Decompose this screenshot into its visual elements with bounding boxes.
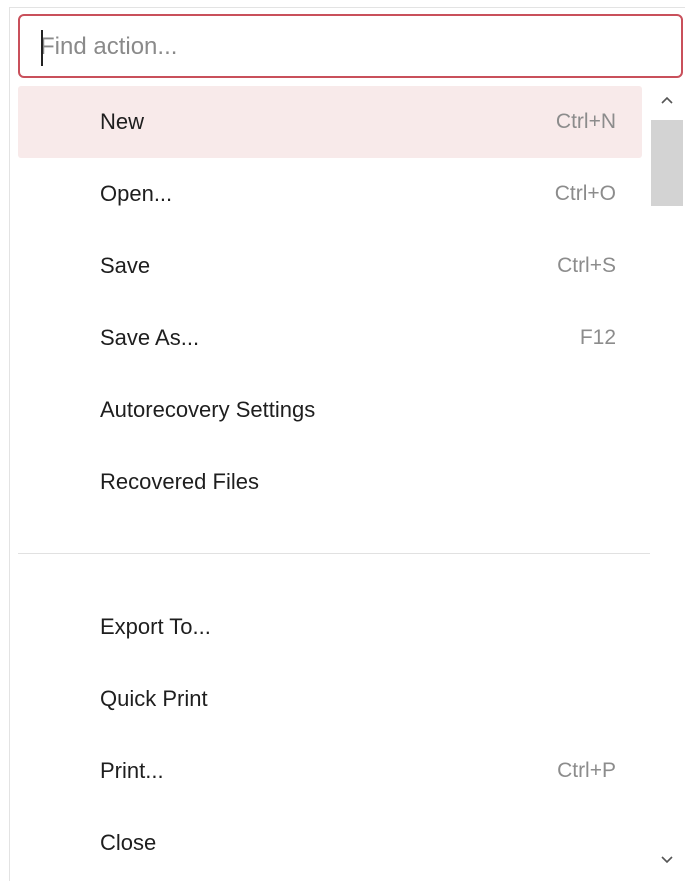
- action-label: Save As...: [100, 325, 200, 350]
- action-item-new[interactable]: New Ctrl+N: [18, 86, 642, 158]
- action-label: Print...: [100, 758, 164, 783]
- action-list: New Ctrl+N Open... Ctrl+O Save Ctrl+S Sa…: [18, 86, 650, 881]
- action-label: Autorecovery Settings: [100, 397, 316, 422]
- menu-separator: [18, 553, 650, 554]
- action-item-print[interactable]: Print... Ctrl+P: [18, 735, 642, 807]
- action-item-quick-print[interactable]: Quick Print: [18, 663, 642, 735]
- action-shortcut: Ctrl+O: [554, 182, 616, 205]
- action-item-save[interactable]: Save Ctrl+S: [18, 230, 642, 302]
- action-label: Save: [100, 253, 151, 278]
- action-label: Export To...: [100, 614, 211, 639]
- action-label: Quick Print: [100, 686, 208, 711]
- chevron-down-icon: [661, 856, 673, 864]
- action-label: Recovered Files: [100, 469, 259, 494]
- action-item-export-to[interactable]: Export To...: [18, 591, 642, 663]
- action-shortcut: F12: [579, 326, 616, 349]
- action-item-autorecovery-settings[interactable]: Autorecovery Settings: [18, 374, 642, 446]
- action-label: Close: [100, 830, 157, 855]
- chevron-up-icon: [661, 96, 673, 104]
- action-item-recovered-files[interactable]: Recovered Files: [18, 446, 642, 518]
- action-item-open[interactable]: Open... Ctrl+O: [18, 158, 642, 230]
- scroll-thumb[interactable]: [651, 120, 683, 206]
- action-item-save-as[interactable]: Save As... F12: [18, 302, 642, 374]
- action-shortcut: Ctrl+N: [555, 110, 616, 133]
- action-label: Open...: [100, 181, 173, 206]
- scroll-down-button[interactable]: [651, 846, 683, 878]
- action-label: New: [100, 109, 145, 134]
- find-action-input[interactable]: [40, 29, 660, 65]
- search-box[interactable]: [18, 14, 683, 78]
- vertical-scrollbar[interactable]: [651, 86, 683, 881]
- text-caret: [41, 30, 43, 66]
- action-item-close[interactable]: Close: [18, 807, 642, 879]
- action-shortcut: Ctrl+S: [557, 254, 616, 277]
- scroll-up-button[interactable]: [651, 86, 683, 118]
- action-shortcut: Ctrl+P: [557, 759, 616, 782]
